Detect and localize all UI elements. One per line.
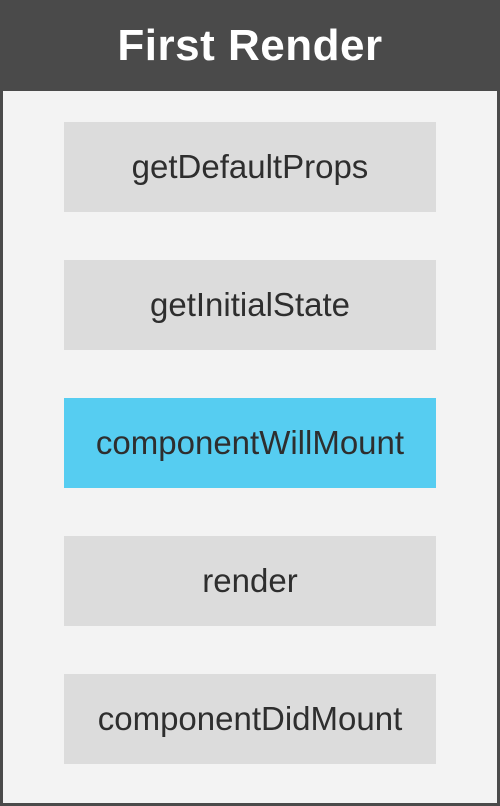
- step-label: componentDidMount: [97, 700, 403, 737]
- step-label: getDefaultProps: [131, 148, 369, 185]
- lifecycle-step-render: render: [64, 536, 436, 626]
- step-label: getInitialState: [150, 286, 350, 323]
- step-label: render: [202, 562, 298, 599]
- step-label: componentWillMount: [95, 424, 405, 461]
- panel-header: First Render: [3, 3, 497, 91]
- panel-title: First Render: [117, 21, 383, 70]
- lifecycle-step-component-will-mount: componentWillMount: [64, 398, 436, 488]
- lifecycle-step-component-did-mount: componentDidMount: [64, 674, 436, 764]
- first-render-panel: First Render getDefaultProps getInitialS…: [0, 0, 500, 806]
- lifecycle-step-get-default-props: getDefaultProps: [64, 122, 436, 212]
- lifecycle-step-get-initial-state: getInitialState: [64, 260, 436, 350]
